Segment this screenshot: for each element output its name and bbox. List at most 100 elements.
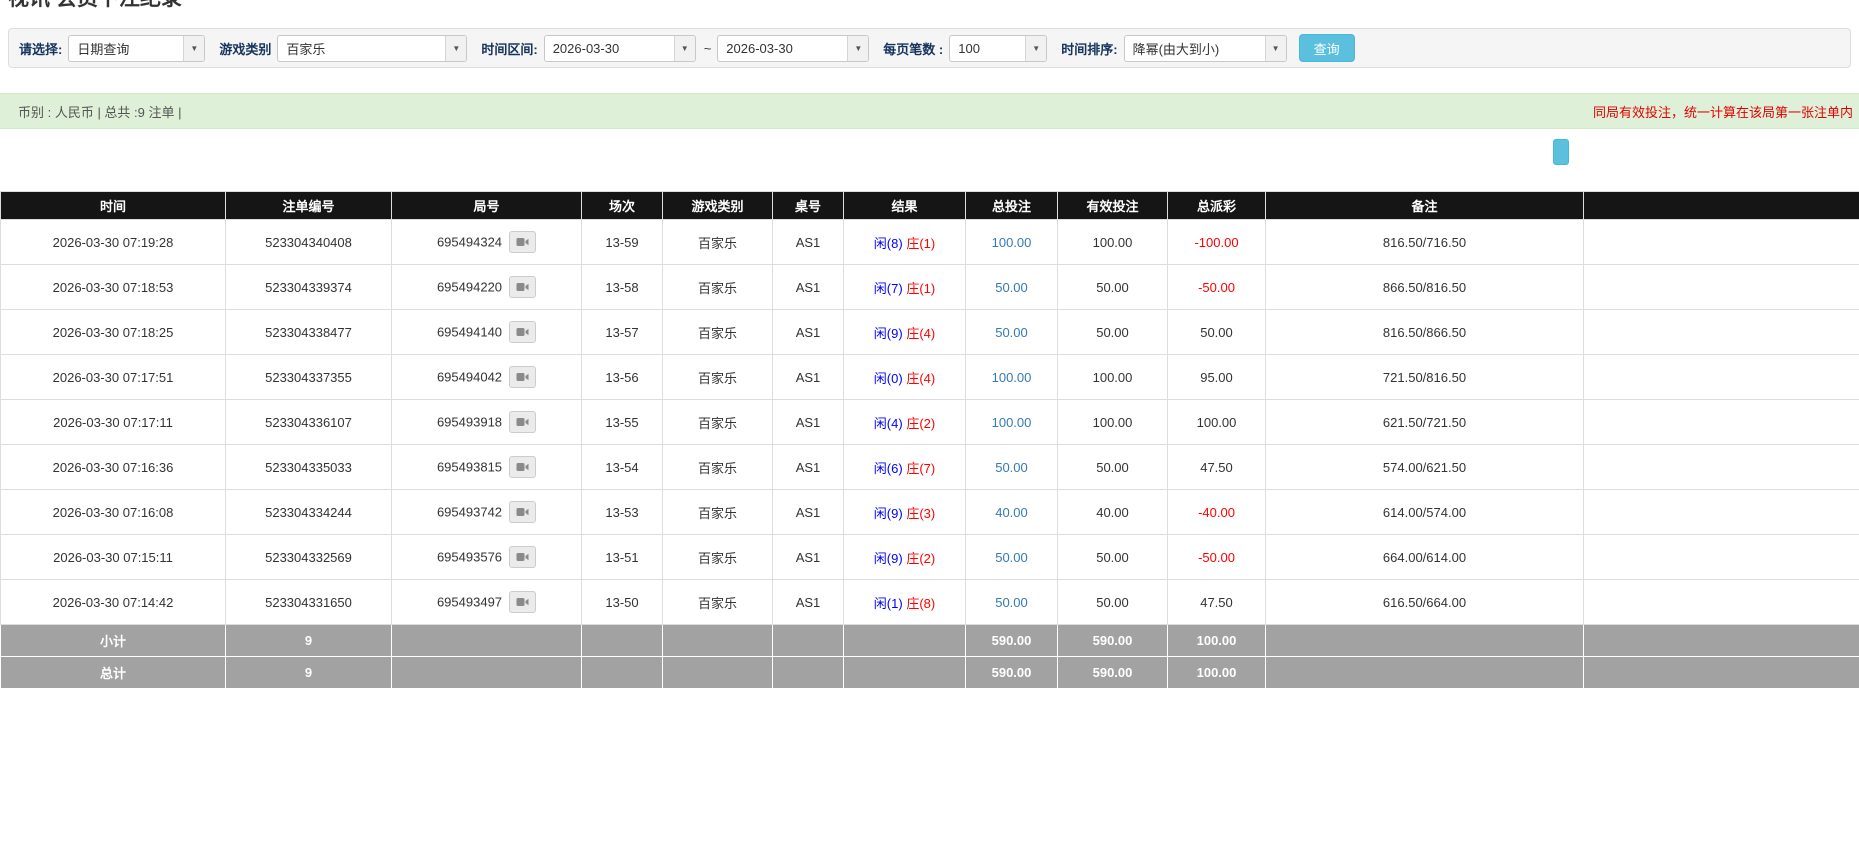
payout-value: -100.00 [1194,234,1239,250]
video-button[interactable] [509,231,537,253]
video-button[interactable] [509,456,537,478]
video-button[interactable] [509,591,537,613]
cell-time: 2026-03-30 07:16:36 [0,444,226,490]
bet-records-table: 时间 注单编号 局号 场次 游戏类别 桌号 结果 总投注 有效投注 总派彩 备注… [0,191,1859,689]
result-banker: 庄(4) [906,325,936,341]
pagination-button[interactable] [1553,139,1569,165]
time-sort-label: 时间排序: [1061,41,1118,57]
chevron-down-icon[interactable]: ▼ [847,35,869,61]
video-button[interactable] [509,546,537,568]
video-button[interactable] [509,411,537,433]
date-to-input[interactable]: 2026-03-30 ▼ [717,34,870,62]
video-icon [516,238,529,246]
cell-time: 2026-03-30 07:18:53 [0,264,226,310]
cell-round-id: 695494324 [391,219,582,265]
cell-empty [391,624,582,657]
chevron-down-icon[interactable]: ▼ [673,35,695,61]
total-label: 总计 [0,656,226,689]
time-sort-select[interactable]: 降幂(由大到小) ▼ [1123,34,1287,62]
cell-empty [843,656,966,689]
cell-round-id: 695494042 [391,354,582,400]
video-icon [516,373,529,381]
date-from-value: 2026-03-30 [552,40,620,56]
cell-result: 闲(8) 庄(1) [843,219,966,265]
total-payout: 100.00 [1167,656,1266,689]
cell-total-bet: 50.00 [965,309,1058,355]
cell-extra [1583,264,1859,310]
cell-empty [581,624,663,657]
table-row: 2026-03-30 07:17:11 523304336107 695493918… [0,399,1859,445]
result-banker: 庄(2) [906,415,936,431]
chevron-down-icon[interactable]: ▼ [445,35,467,61]
subtotal-payout: 100.00 [1167,624,1266,657]
chevron-down-icon[interactable]: ▼ [183,35,205,61]
video-icon [516,328,529,336]
cell-table-no: AS1 [772,489,844,535]
cell-empty [391,656,582,689]
payout-value: 50.00 [1200,324,1233,340]
cell-payout: -50.00 [1167,264,1266,310]
cell-time: 2026-03-30 07:16:08 [0,489,226,535]
cell-table-no: AS1 [772,444,844,490]
total-bet-link[interactable]: 100.00 [992,370,1032,385]
cell-result: 闲(4) 庄(2) [843,399,966,445]
result-player: 闲(6) [873,460,903,476]
cell-payout: 47.50 [1167,579,1266,625]
page-size-select[interactable]: 100 ▼ [949,34,1048,62]
total-bet-link[interactable]: 100.00 [992,415,1032,430]
chevron-down-icon[interactable]: ▼ [1264,35,1286,61]
cell-result: 闲(6) 庄(7) [843,444,966,490]
table-row: 2026-03-30 07:18:53 523304339374 695494220… [0,264,1859,310]
cell-valid-bet: 100.00 [1057,399,1168,445]
table-row: 2026-03-30 07:15:11 523304332569 695493576… [0,534,1859,580]
query-type-select[interactable]: 日期查询 ▼ [68,34,206,62]
video-icon [516,598,529,606]
cell-payout: -50.00 [1167,534,1266,580]
cell-game-type: 百家乐 [662,309,773,355]
header-result: 结果 [843,191,966,220]
total-bet-link[interactable]: 50.00 [995,325,1028,340]
cell-extra [1583,489,1859,535]
game-type-select[interactable]: 百家乐 ▼ [277,34,468,62]
cell-game-type: 百家乐 [662,354,773,400]
video-button[interactable] [509,321,537,343]
total-bet-link[interactable]: 50.00 [995,595,1028,610]
chevron-down-icon[interactable]: ▼ [1025,35,1047,61]
cell-result: 闲(1) 庄(8) [843,579,966,625]
header-session: 场次 [581,191,663,220]
cell-empty [581,656,663,689]
round-number: 695493576 [436,549,503,565]
cell-round-id: 695494140 [391,309,582,355]
video-button[interactable] [509,276,537,298]
game-type-value: 百家乐 [286,41,326,57]
cell-payout: 47.50 [1167,444,1266,490]
result-banker: 庄(1) [906,235,936,251]
date-from-input[interactable]: 2026-03-30 ▼ [543,34,696,62]
video-button[interactable] [509,366,537,388]
total-bet-link[interactable]: 100.00 [992,235,1032,250]
round-number: 695493918 [436,414,503,430]
result-banker: 庄(7) [906,460,936,476]
subtotal-label: 小计 [0,624,226,657]
total-bet-link[interactable]: 50.00 [995,280,1028,295]
query-button[interactable]: 查询 [1298,34,1355,62]
cell-payout: 100.00 [1167,399,1266,445]
currency-summary-text: 币别 : 人民币 | 总共 :9 注单 | [18,104,182,120]
cell-game-type: 百家乐 [662,444,773,490]
total-bet-link[interactable]: 50.00 [995,550,1028,565]
cell-payout: -40.00 [1167,489,1266,535]
cell-valid-bet: 40.00 [1057,489,1168,535]
video-button[interactable] [509,501,537,523]
cell-empty [1265,624,1584,657]
table-row: 2026-03-30 07:16:36 523304335033 695493815… [0,444,1859,490]
total-bet-link[interactable]: 40.00 [995,505,1028,520]
cell-total-bet: 50.00 [965,264,1058,310]
cell-empty [772,624,844,657]
cell-note: 721.50/816.50 [1265,354,1584,400]
cell-result: 闲(7) 庄(1) [843,264,966,310]
cell-table-no: AS1 [772,579,844,625]
cell-time: 2026-03-30 07:17:51 [0,354,226,400]
date-range-separator: ~ [703,40,712,56]
round-number: 695494140 [436,324,503,340]
total-bet-link[interactable]: 50.00 [995,460,1028,475]
